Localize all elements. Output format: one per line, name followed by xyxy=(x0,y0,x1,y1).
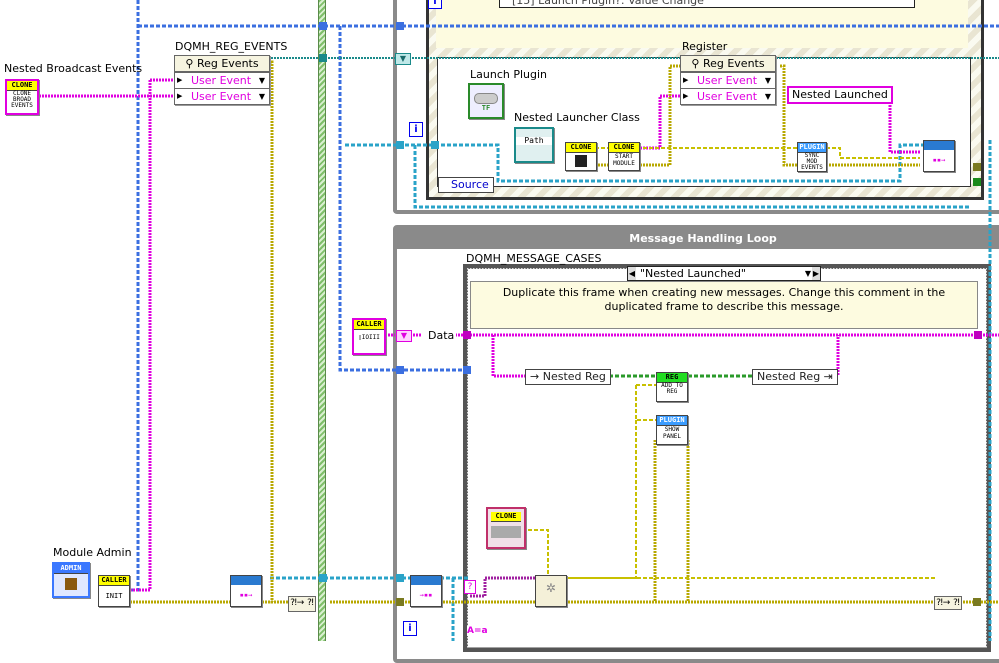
envelope-icon xyxy=(411,576,441,585)
tunnel-error xyxy=(973,598,981,606)
message-loop-title: Message Handling Loop xyxy=(397,229,999,249)
nested-launched-string-constant[interactable]: Nested Launched xyxy=(787,86,893,104)
tunnel-blue xyxy=(463,366,471,374)
nested-launcher-class-constant[interactable]: Path xyxy=(514,127,554,163)
reg-events-row[interactable]: ▶ User Event ▼ xyxy=(175,88,269,104)
dqmh-message-cases-label: DQMH_MESSAGE_CASES xyxy=(466,252,602,265)
input-arrow-icon: ▶ xyxy=(177,92,183,100)
plug-icon xyxy=(491,526,521,538)
reg-events-title: ⚲ Reg Events xyxy=(175,56,269,72)
register-reg-events-node[interactable]: ⚲ Reg Events ▶ User Event ▼ ▶ User Event ▼ xyxy=(680,55,776,105)
outer-loop-border xyxy=(318,0,326,641)
iteration-terminal: i xyxy=(409,122,423,137)
reg-add-to-reg-vi[interactable]: REG ADD TO REG xyxy=(656,372,688,402)
tunnel-blue xyxy=(396,366,404,374)
dropdown-icon[interactable]: ▼ xyxy=(765,89,771,104)
register-label: Register xyxy=(682,40,728,53)
antenna-icon: ⚲ xyxy=(185,57,197,70)
stop-terminal xyxy=(973,178,981,186)
gear-icon: ✲ xyxy=(546,577,556,596)
tunnel-pink xyxy=(463,331,471,339)
arrow-icon: → xyxy=(530,370,543,383)
clone-plug-class-constant[interactable]: CLONE xyxy=(486,507,526,549)
reg-events-node[interactable]: ⚲ Reg Events ▶ User Event ▼ ▶ User Event ▼ xyxy=(174,55,270,105)
dequeue-message-vi[interactable]: →▪▪ xyxy=(410,575,442,607)
cube-icon xyxy=(575,155,587,167)
tunnel-cyan xyxy=(396,141,404,149)
tunnel-cyan xyxy=(431,141,439,149)
data-label: Data xyxy=(426,329,457,342)
case-comment: Duplicate this frame when creating new m… xyxy=(470,281,978,329)
clone-get-vi[interactable]: CLONE xyxy=(565,142,597,171)
wire-pink xyxy=(130,78,175,592)
case-selector-terminal: ? xyxy=(464,580,476,594)
event-source-label: Source xyxy=(438,177,494,193)
antenna-icon: ⚲ xyxy=(691,57,703,70)
nested-reg-shift-register-right[interactable]: Nested Reg ⇥ xyxy=(752,369,838,385)
clone-start-module-vi[interactable]: CLONE START MODULE xyxy=(608,142,640,171)
binary-file-icon: ▯IOIII xyxy=(358,334,380,341)
tunnel-cyan xyxy=(396,574,404,582)
reg-events-row[interactable]: ▶ User Event ▼ xyxy=(175,72,269,88)
nested-broadcast-events-label: Nested Broadcast Events xyxy=(4,62,143,75)
plugin-show-panel-vi[interactable]: PLUGIN SHOW PANEL xyxy=(656,415,688,445)
iteration-terminal: i xyxy=(403,621,417,636)
launch-plugin-boolean[interactable]: TF xyxy=(468,83,504,119)
tunnel-pink xyxy=(974,331,982,339)
caller-init-vi[interactable]: CALLER INIT xyxy=(98,575,130,607)
merge-errors-node[interactable]: ⁈→ ⁈ xyxy=(288,596,316,612)
queue-icon: ▪▪→ xyxy=(932,156,946,164)
case-prev-arrow[interactable]: ◀ xyxy=(628,267,636,280)
dqmh-reg-events-label: DQMH_REG_EVENTS xyxy=(175,40,288,53)
dropdown-icon[interactable]: ▼ xyxy=(259,89,265,104)
data-unbundle-terminal: ▼ xyxy=(396,330,412,342)
tunnel-blue xyxy=(319,22,327,30)
case-selector[interactable]: ◀ "Nested Launched" ▼ ▶ xyxy=(627,266,821,281)
reg-events-row[interactable]: ▶ User Event ▼ xyxy=(681,72,775,88)
wire-blue xyxy=(100,0,140,592)
tunnel-teal xyxy=(319,54,327,62)
case-selector-value: "Nested Launched" xyxy=(640,267,746,280)
tunnel-error xyxy=(396,598,404,606)
nested-launcher-class-label: Nested Launcher Class xyxy=(514,111,640,124)
plugin-sync-mod-events-vi[interactable]: PLUGIN SYNC MOD EVENTS xyxy=(797,142,827,172)
input-arrow-icon: ▶ xyxy=(683,92,689,100)
event-reg-terminal: ▼ xyxy=(395,53,411,65)
case-default-label: A=a xyxy=(467,626,488,636)
obtain-queue-vi[interactable]: ▪▪→ xyxy=(230,575,262,607)
module-admin-label: Module Admin xyxy=(53,546,132,559)
clone-broadcast-events-vi[interactable]: CLONE CLONE BROAD EVENTS xyxy=(5,79,39,115)
arrow-icon: ⇥ xyxy=(820,370,833,383)
nested-reg-shift-register-left[interactable]: → Nested Reg xyxy=(525,369,611,385)
error-handler-node[interactable]: ⁈→ ⁈ xyxy=(934,596,962,610)
tunnel-blue xyxy=(396,22,404,30)
reg-events-row[interactable]: ▶ User Event ▼ xyxy=(681,88,775,104)
queue-icon: ▪▪→ xyxy=(239,591,253,599)
caller-data-constant[interactable]: CALLER ▯IOIII xyxy=(352,318,386,355)
tunnel-error xyxy=(973,163,981,171)
case-next-arrow[interactable]: ▶ xyxy=(812,267,820,280)
call-method-vi[interactable]: ✲ xyxy=(535,575,567,607)
wire-error xyxy=(268,60,290,604)
event-case-selector[interactable]: [15] Launch Plugin?: Value Change xyxy=(499,0,915,8)
dropdown-icon[interactable]: ▼ xyxy=(259,73,265,88)
reg-events-title: ⚲ Reg Events xyxy=(681,56,775,72)
input-arrow-icon: ▶ xyxy=(683,76,689,84)
event-case-label: [15] Launch Plugin?: Value Change xyxy=(512,0,704,7)
iteration-terminal-top: i xyxy=(428,0,442,9)
tunnel-cyan xyxy=(319,574,327,582)
module-admin-constant[interactable]: ADMIN xyxy=(52,562,90,598)
case-dropdown-arrow[interactable]: ▼ xyxy=(804,267,812,280)
queue-icon: →▪▪ xyxy=(419,591,433,599)
launch-plugin-label: Launch Plugin xyxy=(470,68,547,81)
cube-icon xyxy=(65,578,77,590)
enqueue-message-vi[interactable]: ▪▪→ xyxy=(923,140,955,172)
toggle-icon xyxy=(474,93,498,104)
dropdown-icon[interactable]: ▼ xyxy=(765,73,771,88)
envelope-icon xyxy=(231,576,261,585)
input-arrow-icon: ▶ xyxy=(177,76,183,84)
envelope-icon xyxy=(924,141,954,150)
